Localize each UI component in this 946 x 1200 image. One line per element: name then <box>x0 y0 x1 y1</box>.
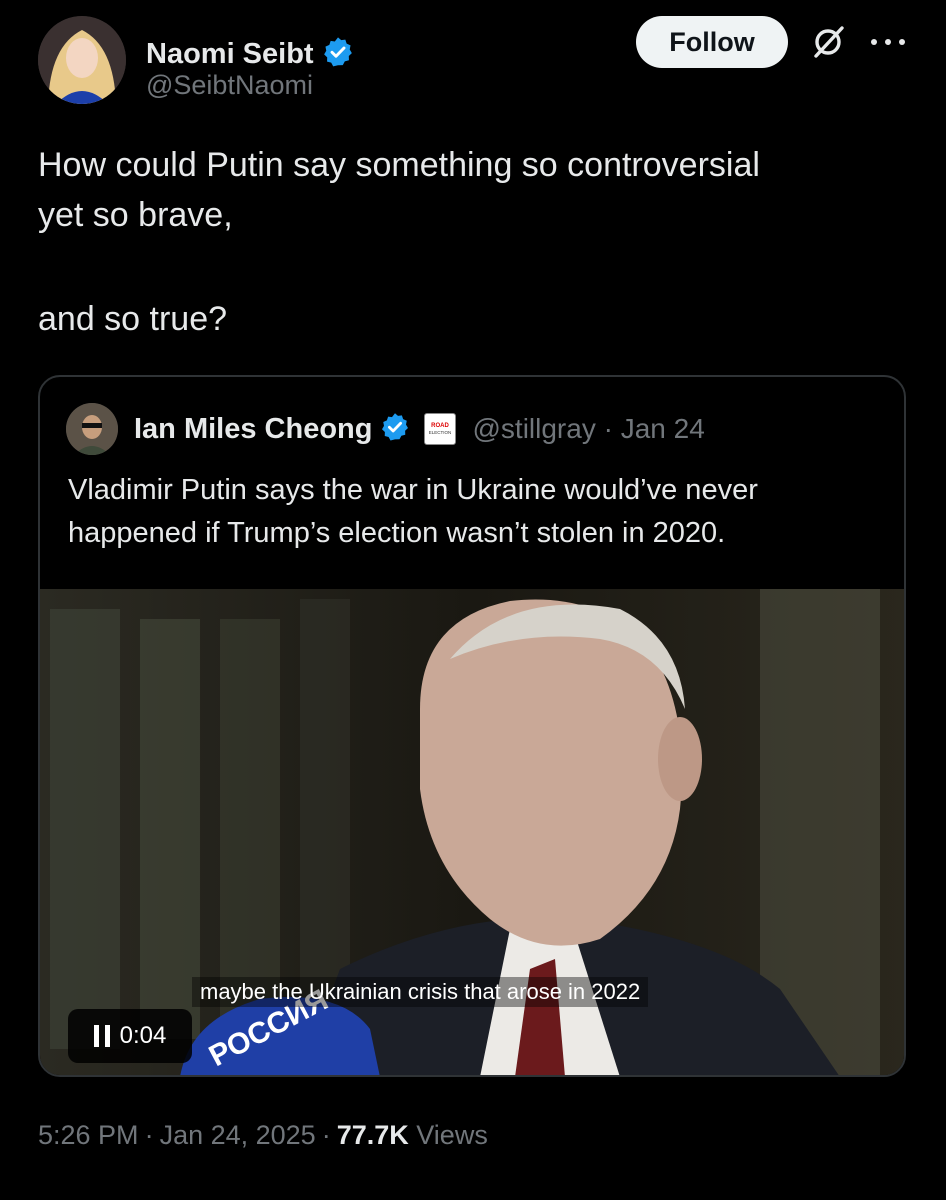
quoted-author-name[interactable]: Ian Miles Cheong <box>134 413 372 446</box>
tweet-header: Naomi Seibt @SeibtNaomi Follow <box>38 16 916 106</box>
quoted-tweet-header: Ian Miles Cheong ROAD ELECTION @stillgra… <box>66 403 705 455</box>
quoted-handle-date[interactable]: @stillgray · Jan 24 <box>472 413 704 445</box>
quoted-author-avatar[interactable] <box>66 403 118 455</box>
verified-icon <box>322 36 354 73</box>
quoted-tweet[interactable]: Ian Miles Cheong ROAD ELECTION @stillgra… <box>38 375 906 1077</box>
svg-text:ROAD: ROAD <box>432 423 450 429</box>
verified-icon <box>380 412 410 447</box>
video-caption: maybe the Ukrainian crisis that arose in… <box>192 977 649 1007</box>
more-options-icon[interactable] <box>864 32 912 52</box>
pause-icon <box>93 1025 110 1047</box>
tweet-time[interactable]: 5:26 PM <box>38 1120 139 1150</box>
author-avatar[interactable] <box>38 16 126 104</box>
grok-icon[interactable] <box>810 24 846 60</box>
tweet-footer: 5:26 PM · Jan 24, 2025 · 77.7K Views <box>38 1120 488 1150</box>
video-player[interactable]: РОССИЯ maybe the Ukrainian crisis that a… <box>40 589 904 1075</box>
tweet-text-line: yet so brave, <box>38 196 233 234</box>
author-handle[interactable]: @SeibtNaomi <box>146 70 313 101</box>
views-count[interactable]: 77.7K <box>337 1120 409 1150</box>
svg-text:ELECTION: ELECTION <box>429 430 452 435</box>
affiliate-badge-icon[interactable]: ROAD ELECTION <box>424 413 457 445</box>
tweet-date[interactable]: Jan 24, 2025 <box>160 1120 316 1150</box>
tweet-text: How could Putin say something so controv… <box>38 140 898 344</box>
pause-button[interactable]: 0:04 <box>68 1009 192 1063</box>
video-time: 0:04 <box>119 1022 167 1049</box>
tweet-text-line: How could Putin say something so controv… <box>38 146 760 184</box>
tweet-text-line: and so true? <box>38 300 228 338</box>
views-label: Views <box>416 1120 488 1150</box>
quoted-tweet-text: Vladimir Putin says the war in Ukraine w… <box>68 474 758 549</box>
follow-button[interactable]: Follow <box>636 16 788 68</box>
author-name[interactable]: Naomi Seibt <box>146 38 314 71</box>
